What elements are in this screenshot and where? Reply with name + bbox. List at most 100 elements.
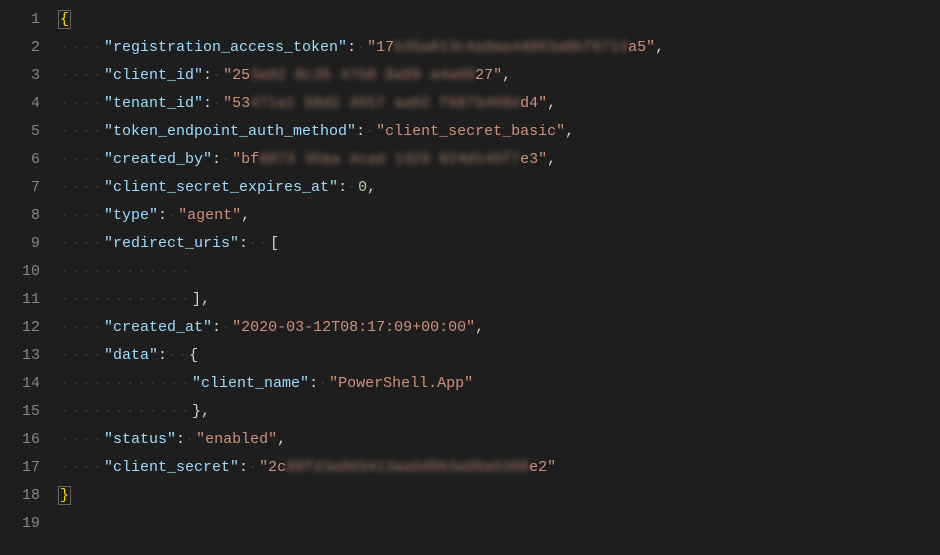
- code-line[interactable]: [60, 510, 940, 538]
- code-line[interactable]: ············],: [60, 286, 940, 314]
- code-line[interactable]: ····"tenant_id":·"53471a1 58d2 4557 aa62…: [60, 90, 940, 118]
- code-line[interactable]: ····"data":··{: [60, 342, 940, 370]
- json-key: "type": [104, 207, 158, 224]
- open-brace: {: [58, 10, 71, 29]
- colon: :: [158, 347, 167, 364]
- json-key: "redirect_uris": [104, 235, 239, 252]
- indent-guide: ····: [60, 235, 104, 252]
- json-key: "tenant_id": [104, 95, 203, 112]
- line-number: 8: [0, 202, 40, 230]
- indent-guide: ············: [60, 263, 192, 280]
- comma: ,: [367, 179, 376, 196]
- json-key: "created_at": [104, 319, 212, 336]
- comma: ,: [241, 207, 250, 224]
- json-string-value-redacted: "253a82 8c35 4758 8a89 a4a0827": [223, 67, 502, 84]
- json-string-value-redacted: "17b35a813c4a9aa44863a8bf8713a5": [367, 39, 655, 56]
- line-number: 18: [0, 482, 40, 510]
- code-line[interactable]: ····"client_id":·"253a82 8c35 4758 8a89 …: [60, 62, 940, 90]
- indent-guide: ············: [60, 291, 192, 308]
- json-string-value-redacted: "2c88fd3a9d3413aa6d863a98a5388e2": [259, 459, 556, 476]
- line-number: 3: [0, 62, 40, 90]
- comma: ,: [201, 403, 210, 420]
- line-number: 9: [0, 230, 40, 258]
- indent-guide: ····: [60, 319, 104, 336]
- colon: :: [356, 123, 365, 140]
- close-brace: }: [58, 486, 71, 505]
- comma: ,: [277, 431, 286, 448]
- indent-guide: ····: [60, 123, 104, 140]
- close-brace: }: [192, 403, 201, 420]
- colon: :: [309, 375, 318, 392]
- indent-guide: ····: [60, 151, 104, 168]
- line-number: 7: [0, 174, 40, 202]
- line-number: 4: [0, 90, 40, 118]
- code-line[interactable]: {: [60, 6, 940, 34]
- line-number-gutter: 12345678910111213141516171819: [0, 0, 60, 555]
- colon: :: [158, 207, 167, 224]
- json-key: "client_name": [192, 375, 309, 392]
- open-brace: {: [189, 347, 198, 364]
- line-number: 2: [0, 34, 40, 62]
- code-line[interactable]: ····"created_at":·"2020-03-12T08:17:09+0…: [60, 314, 940, 342]
- json-key: "client_id": [104, 67, 203, 84]
- comma: ,: [547, 151, 556, 168]
- comma: ,: [475, 319, 484, 336]
- line-number: 10: [0, 258, 40, 286]
- code-line[interactable]: ····"client_secret_expires_at":·0,: [60, 174, 940, 202]
- indent-guide: ····: [60, 347, 104, 364]
- code-line[interactable]: ····"status":·"enabled",: [60, 426, 940, 454]
- code-line[interactable]: ····"client_secret":·"2c88fd3a9d3413aa6d…: [60, 454, 940, 482]
- json-key: "registration_access_token": [104, 39, 347, 56]
- code-line[interactable]: }: [60, 482, 940, 510]
- colon: :: [203, 67, 212, 84]
- comma: ,: [655, 39, 664, 56]
- code-line[interactable]: ············"client_name":·"PowerShell.A…: [60, 370, 940, 398]
- colon: :: [338, 179, 347, 196]
- line-number: 17: [0, 454, 40, 482]
- code-line[interactable]: ····"type":·"agent",: [60, 202, 940, 230]
- indent-guide: ····: [60, 39, 104, 56]
- json-key: "data": [104, 347, 158, 364]
- code-line[interactable]: ····"redirect_uris":··[: [60, 230, 940, 258]
- line-number: 11: [0, 286, 40, 314]
- colon: :: [203, 95, 212, 112]
- line-number: 13: [0, 342, 40, 370]
- code-line[interactable]: ····"registration_access_token":·"17b35a…: [60, 34, 940, 62]
- indent-guide: ····: [60, 179, 104, 196]
- comma: ,: [547, 95, 556, 112]
- indent-guide: ····: [60, 459, 104, 476]
- code-line[interactable]: ····"token_endpoint_auth_method":·"clien…: [60, 118, 940, 146]
- colon: :: [239, 459, 248, 476]
- json-key: "status": [104, 431, 176, 448]
- indent-guide: ····: [60, 207, 104, 224]
- json-key: "token_endpoint_auth_method": [104, 123, 356, 140]
- colon: :: [347, 39, 356, 56]
- colon: :: [212, 151, 221, 168]
- line-number: 6: [0, 146, 40, 174]
- code-line[interactable]: ············},: [60, 398, 940, 426]
- colon: :: [239, 235, 248, 252]
- json-string-value-redacted: "53471a1 58d2 4557 aa62 f6879468dd4": [223, 95, 547, 112]
- code-line[interactable]: ············: [60, 258, 940, 286]
- comma: ,: [565, 123, 574, 140]
- json-key: "client_secret": [104, 459, 239, 476]
- indent-guide: ····: [60, 95, 104, 112]
- indent-guide: ············: [60, 403, 192, 420]
- line-number: 16: [0, 426, 40, 454]
- line-number: 15: [0, 398, 40, 426]
- close-bracket: ]: [192, 291, 201, 308]
- json-string-value: "agent": [178, 207, 241, 224]
- json-string-value: "client_secret_basic": [376, 123, 565, 140]
- indent-guide: ····: [60, 431, 104, 448]
- json-string-value: "enabled": [196, 431, 277, 448]
- json-number-value: 0: [358, 179, 367, 196]
- comma: ,: [201, 291, 210, 308]
- json-string-value: "PowerShell.App": [329, 375, 473, 392]
- line-number: 5: [0, 118, 40, 146]
- line-number: 1: [0, 6, 40, 34]
- line-number: 19: [0, 510, 40, 538]
- indent-guide: ····: [60, 67, 104, 84]
- json-key: "created_by": [104, 151, 212, 168]
- code-editor[interactable]: { ····"registration_access_token":·"17b35…: [60, 0, 940, 555]
- code-line[interactable]: ····"created_by":·"bf8873 35aa 4cad 1329…: [60, 146, 940, 174]
